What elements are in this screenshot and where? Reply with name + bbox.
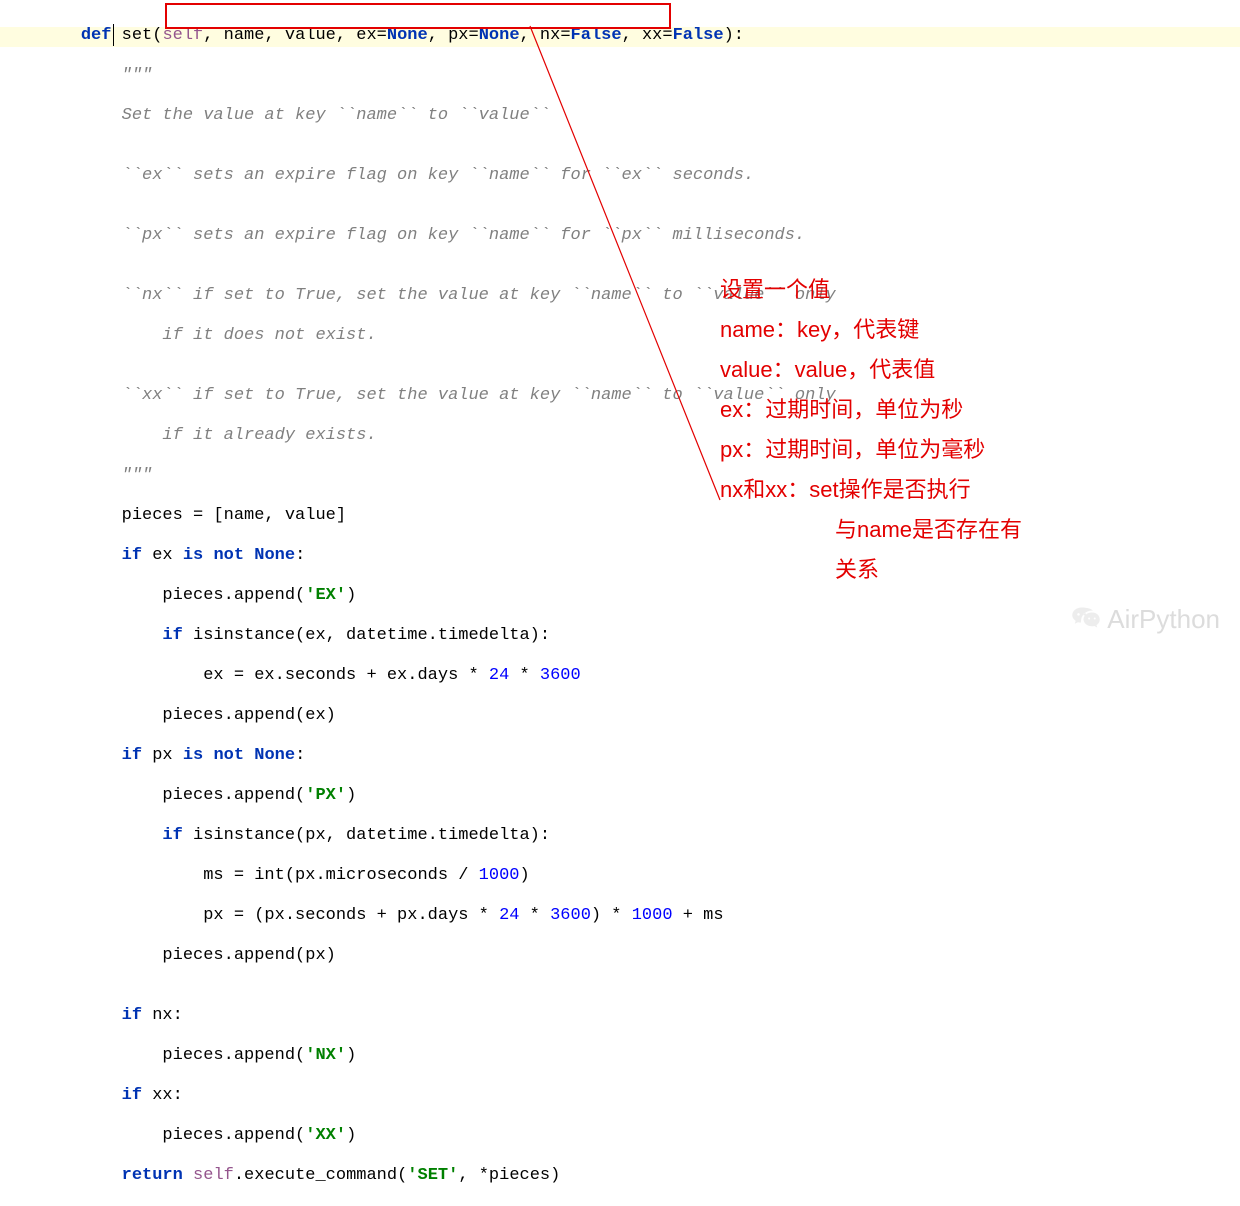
annotation-text: 与name是否存在有	[835, 510, 1022, 550]
code-line: if it already exists.	[40, 426, 1240, 446]
code-line: pieces = [name, value]	[40, 506, 1240, 526]
code-line: """	[40, 66, 1240, 86]
code-line: if isinstance(px, datetime.timedelta):	[40, 826, 1240, 846]
annotation-text: 设置一个值	[720, 270, 830, 310]
annotation-text: name：key，代表键	[720, 310, 919, 350]
code-line: ex = ex.seconds + ex.days * 24 * 3600	[40, 666, 1240, 686]
code-line: pieces.append('PX')	[40, 786, 1240, 806]
code-line: if px is not None:	[40, 746, 1240, 766]
code-line: if xx:	[40, 1086, 1240, 1106]
watermark: AirPython	[1071, 604, 1220, 635]
code-line: if ex is not None:	[40, 546, 1240, 566]
code-line: pieces.append('EX')	[40, 586, 1240, 606]
annotation-text: ex：过期时间，单位为秒	[720, 390, 963, 430]
code-line: ms = int(px.microseconds / 1000)	[40, 866, 1240, 886]
code-line: pieces.append(ex)	[40, 706, 1240, 726]
code-line: pieces.append(px)	[40, 946, 1240, 966]
annotation-text: px：过期时间，单位为毫秒	[720, 430, 985, 470]
code-line: pieces.append('NX')	[40, 1046, 1240, 1066]
code-line: if isinstance(ex, datetime.timedelta):	[40, 626, 1240, 646]
code-line: if it does not exist.	[40, 326, 1240, 346]
code-line: def set(self, name, value, ex=None, px=N…	[40, 26, 1240, 46]
code-line: px = (px.seconds + px.days * 24 * 3600) …	[40, 906, 1240, 926]
code-line: pieces.append('XX')	[40, 1126, 1240, 1146]
annotation-text: nx和xx：set操作是否执行	[720, 470, 971, 510]
keyword-def: def	[81, 26, 112, 45]
code-line: ``px`` sets an expire flag on key ``name…	[40, 226, 1240, 246]
code-line: ``xx`` if set to True, set the value at …	[40, 386, 1240, 406]
code-line: ``ex`` sets an expire flag on key ``name…	[40, 166, 1240, 186]
code-line: if nx:	[40, 1006, 1240, 1026]
wechat-icon	[1071, 605, 1101, 635]
code-line: ``nx`` if set to True, set the value at …	[40, 286, 1240, 306]
annotation-text: value：value，代表值	[720, 350, 935, 390]
watermark-text: AirPython	[1107, 604, 1220, 635]
code-viewer: def set(self, name, value, ex=None, px=N…	[0, 0, 1240, 1206]
code-line: return self.execute_command('SET', *piec…	[40, 1166, 1240, 1186]
annotation-text: 关系	[835, 550, 879, 590]
code-line: """	[40, 466, 1240, 486]
code-line: Set the value at key ``name`` to ``value…	[40, 106, 1240, 126]
